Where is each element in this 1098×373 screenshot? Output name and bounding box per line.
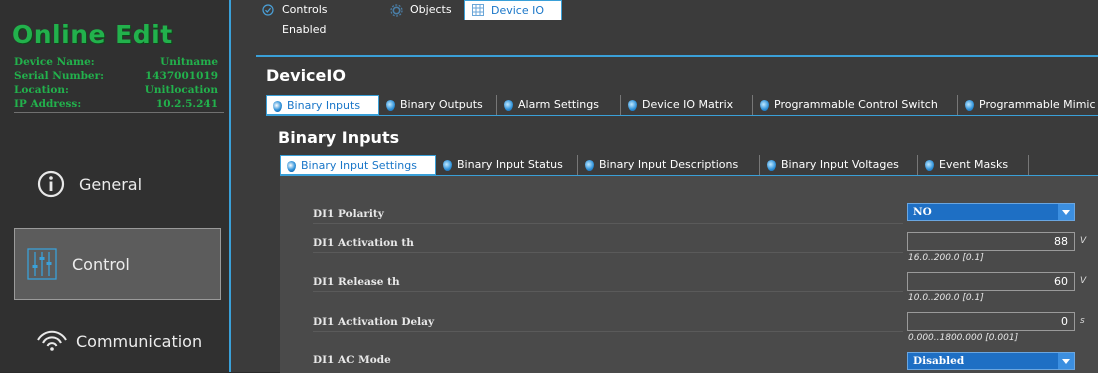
device-name-row: Device Name: Unitname (14, 56, 224, 68)
tab-event-masks-label: Event Masks (939, 158, 1009, 171)
param-label: DI1 Release th (313, 276, 400, 288)
nav-general-label: General (79, 175, 143, 194)
di1-polarity-select[interactable]: NO (907, 203, 1075, 221)
param-label: DI1 AC Mode (313, 354, 391, 366)
sliders-icon (27, 248, 57, 280)
device-title: DeviceIO (266, 66, 346, 85)
bullet-icon (965, 100, 974, 111)
section-title: Binary Inputs (278, 128, 400, 147)
tab-binary-input-voltages[interactable]: Binary Input Voltages (761, 155, 918, 175)
nav-communication[interactable]: Communication (14, 312, 221, 372)
nav-control[interactable]: Control (14, 228, 221, 300)
nav-general[interactable]: General (14, 155, 221, 215)
row-divider (313, 291, 903, 292)
tab-binary-inputs-label: Binary Inputs (287, 99, 361, 112)
row-divider (313, 331, 903, 332)
sidebar: Online Edit Device Name: Unitname Serial… (0, 0, 229, 372)
tab-controls-enabled[interactable]: Controls Enabled (256, 0, 382, 36)
app-title: Online Edit (12, 20, 173, 49)
range-hint: 16.0..200.0 [0.1] (908, 253, 984, 263)
tab-binary-input-status[interactable]: Binary Input Status (437, 155, 578, 175)
param-label: DI1 Activation Delay (313, 316, 435, 328)
param-label: DI1 Activation th (313, 237, 414, 249)
chevron-down-icon[interactable] (1058, 204, 1074, 220)
tab-binary-outputs[interactable]: Binary Outputs (380, 95, 497, 115)
tab-objects-label: Objects (410, 3, 452, 16)
location-value: Unitlocation (144, 84, 218, 96)
serial-number-row: Serial Number: 1437001019 (14, 70, 224, 82)
tab-programmable-mimic-label: Programmable Mimic (979, 98, 1096, 111)
tab-alarm-settings-label: Alarm Settings (518, 98, 599, 111)
select-value: Disabled (913, 355, 965, 367)
tab-binary-input-descriptions-label: Binary Input Descriptions (599, 158, 739, 171)
unit-label: V (1080, 276, 1087, 286)
input-value: 0 (1061, 315, 1068, 328)
check-circle-icon (262, 4, 274, 16)
tab-programmable-control-switch[interactable]: Programmable Control Switch (754, 95, 958, 115)
unit-label: s (1080, 316, 1085, 326)
serial-number-value: 1437001019 (144, 70, 218, 82)
device-name-value: Unitname (160, 56, 218, 68)
di1-release-th-input[interactable]: 60 (907, 272, 1075, 291)
bullet-icon (287, 161, 296, 172)
param-label: DI1 Polarity (313, 208, 384, 220)
bullet-icon (386, 100, 395, 111)
tab-binary-outputs-label: Binary Outputs (400, 98, 483, 111)
bullet-icon (504, 100, 513, 111)
serial-number-label: Serial Number: (14, 70, 105, 82)
tab-event-masks[interactable]: Event Masks (919, 155, 1029, 175)
bullet-icon (767, 160, 776, 171)
wireless-icon (37, 330, 67, 351)
nav-communication-label: Communication (76, 332, 203, 351)
tab-binary-inputs[interactable]: Binary Inputs (266, 95, 379, 115)
tab-binary-input-descriptions[interactable]: Binary Input Descriptions (579, 155, 760, 175)
bullet-icon (585, 160, 594, 171)
tab-controls-enabled-label: Controls Enabled (282, 3, 328, 36)
select-value: NO (913, 206, 932, 218)
nav-control-label: Control (72, 255, 130, 274)
tab-binary-input-settings[interactable]: Binary Input Settings (280, 155, 436, 175)
ip-address-row: IP Address: 10.2.5.241 (14, 98, 224, 113)
input-value: 88 (1054, 235, 1068, 248)
row-divider (313, 252, 903, 253)
bullet-icon (925, 160, 934, 171)
ip-address-value: 10.2.5.241 (155, 98, 218, 110)
info-icon (37, 170, 65, 198)
gear-icon (390, 4, 403, 17)
di1-activation-delay-input[interactable]: 0 (907, 312, 1075, 331)
bullet-icon (760, 100, 769, 111)
range-hint: 0.000..1800.000 [0.001] (908, 333, 1019, 343)
bullet-icon (443, 160, 452, 171)
tab-binary-input-voltages-label: Binary Input Voltages (781, 158, 899, 171)
tab-programmable-mimic[interactable]: Programmable Mimic (959, 95, 1098, 115)
device-name-label: Device Name: (14, 56, 95, 68)
tab-alarm-settings[interactable]: Alarm Settings (498, 95, 621, 115)
tab-device-io[interactable]: Device IO (464, 0, 562, 20)
location-row: Location: Unitlocation (14, 84, 224, 96)
top-tab-underline (256, 55, 1098, 57)
bullet-icon (273, 101, 282, 112)
input-value: 60 (1054, 275, 1068, 288)
tab-device-io-matrix[interactable]: Device IO Matrix (622, 95, 753, 115)
di1-activation-th-input[interactable]: 88 (907, 232, 1075, 251)
di1-ac-mode-select[interactable]: Disabled (907, 352, 1075, 370)
tab-device-io-label: Device IO (491, 4, 545, 17)
ip-address-label: IP Address: (14, 98, 82, 110)
row-divider (313, 223, 903, 224)
unit-label: V (1080, 236, 1087, 246)
tab-binary-input-status-label: Binary Input Status (457, 158, 563, 171)
location-label: Location: (14, 84, 69, 96)
bullet-icon (628, 100, 637, 111)
tab-binary-input-settings-label: Binary Input Settings (301, 159, 417, 172)
tab-objects[interactable]: Objects (384, 0, 462, 20)
tab-programmable-control-switch-label: Programmable Control Switch (774, 98, 938, 111)
grid-icon (472, 4, 484, 16)
range-hint: 10.0..200.0 [0.1] (908, 293, 984, 303)
tab-device-io-matrix-label: Device IO Matrix (642, 98, 734, 111)
device-tab-underline (266, 115, 1098, 116)
chevron-down-icon[interactable] (1058, 353, 1074, 369)
